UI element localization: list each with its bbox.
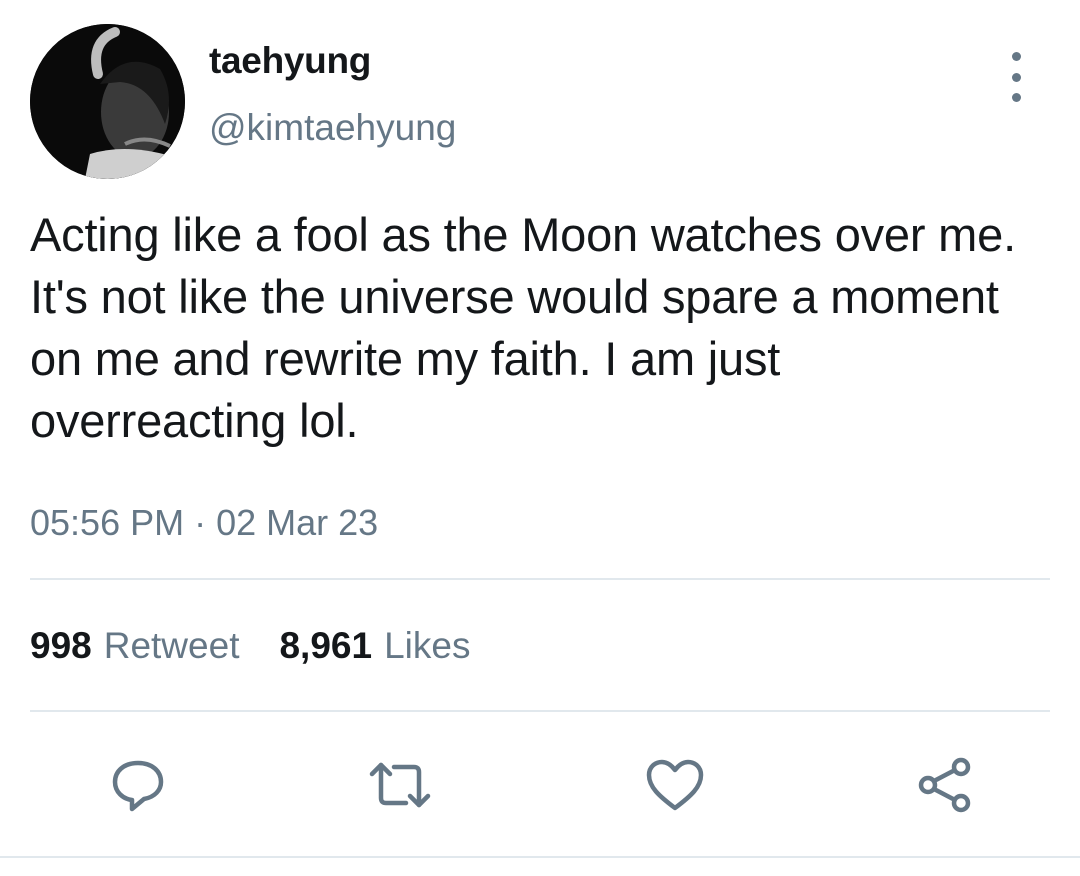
retweet-icon bbox=[369, 762, 431, 808]
retweet-stat[interactable]: 998 Retweet bbox=[30, 625, 239, 667]
share-button[interactable] bbox=[913, 753, 977, 817]
more-vertical-icon bbox=[1011, 52, 1021, 61]
tweet-timestamp: 05:56 PM · 02 Mar 23 bbox=[30, 502, 379, 543]
more-options-button[interactable] bbox=[996, 52, 1036, 102]
likes-label: Likes bbox=[384, 625, 471, 666]
retweet-count: 998 bbox=[30, 625, 92, 666]
tweet-stats: 998 Retweet 8,961 Likes bbox=[30, 625, 470, 667]
display-name[interactable]: taehyung bbox=[209, 40, 371, 82]
reply-icon bbox=[112, 760, 164, 812]
more-vertical-icon-dot bbox=[1011, 93, 1021, 102]
divider bbox=[30, 578, 1050, 580]
retweet-button[interactable] bbox=[368, 753, 432, 817]
likes-stat[interactable]: 8,961 Likes bbox=[279, 625, 470, 667]
divider bbox=[30, 710, 1050, 712]
retweet-label: Retweet bbox=[103, 625, 240, 666]
tweet-text: Acting like a fool as the Moon watches o… bbox=[30, 208, 1016, 447]
share-icon bbox=[918, 757, 971, 813]
user-handle[interactable]: @kimtaehyung bbox=[209, 107, 456, 149]
likes-count: 8,961 bbox=[279, 625, 373, 666]
like-button[interactable] bbox=[643, 753, 707, 817]
heart-icon bbox=[646, 759, 704, 811]
divider bbox=[0, 856, 1080, 858]
more-vertical-icon-dot bbox=[1011, 72, 1021, 82]
avatar[interactable] bbox=[30, 24, 185, 179]
reply-button[interactable] bbox=[106, 753, 170, 817]
